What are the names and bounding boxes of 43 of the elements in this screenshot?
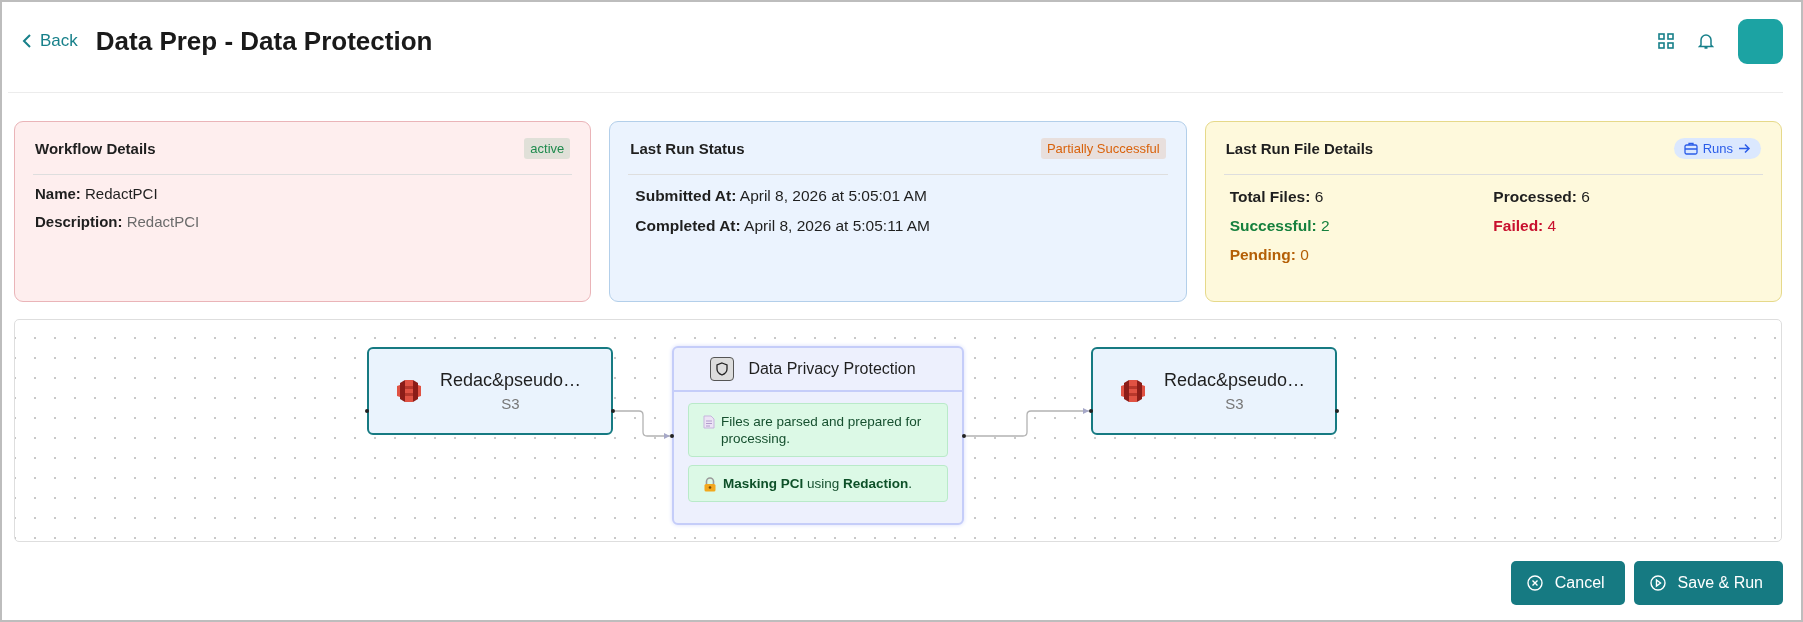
arrow-right-icon — [1738, 142, 1751, 154]
detail-text: Description: RedactPCI — [35, 213, 201, 231]
status-badge: Partially Successful — [1040, 137, 1166, 159]
detail-text: Submitted At: April 8, 2026 at 5:05:01 AM — [634, 187, 928, 205]
avatar[interactable] — [1738, 18, 1783, 64]
lock-icon — [703, 477, 717, 492]
stat-text: Failed: 4 — [1493, 217, 1558, 235]
step-text: Files are parsed and prepared for processing. — [721, 413, 923, 447]
node-title: Redac&pseudo… — [1164, 370, 1306, 391]
card-title: Last Run File Details — [1225, 139, 1374, 157]
flow-node[interactable]: Redac&pseudo… S3 — [1091, 347, 1337, 435]
node-title: Redac&pseudo… — [440, 370, 582, 391]
process-node[interactable]: Data Privacy Protection Files are parsed and prepared for processing. Masking PCI using Redaction. — [672, 346, 964, 525]
page-title: Data Prep - Data Protection — [95, 25, 433, 57]
step-text: Masking PCI using Redaction. — [723, 475, 913, 492]
grid-icon[interactable] — [1658, 33, 1674, 49]
card-title: Last Run Status — [630, 139, 745, 157]
back-link[interactable]: Back — [22, 31, 78, 51]
stat-text: Successful: 2 — [1229, 217, 1331, 235]
briefcase-icon — [1683, 141, 1698, 155]
flow-node[interactable]: Redac&pseudo… S3 — [367, 347, 613, 435]
cancel-icon — [1526, 575, 1543, 591]
chevron-left-icon — [22, 33, 32, 49]
status-badge: active — [524, 137, 571, 159]
stat-text: Processed: 6 — [1493, 188, 1591, 206]
node-title: Data Privacy Protection — [748, 360, 916, 378]
shield-icon — [710, 357, 735, 381]
detail-text: Completed At: April 8, 2026 at 5:05:11 AM — [634, 217, 931, 235]
cancel-button[interactable]: Cancel — [1510, 561, 1625, 605]
detail-text: Name: RedactPCI — [35, 185, 159, 203]
stat-text: Pending: 0 — [1229, 246, 1310, 264]
stat-text: Total Files: 6 — [1229, 188, 1325, 206]
node-subtitle: S3 — [501, 395, 520, 412]
node-subtitle: S3 — [1225, 395, 1244, 412]
play-icon — [1649, 575, 1666, 591]
bucket-icon — [396, 378, 422, 404]
bell-icon[interactable] — [1698, 32, 1714, 50]
document-icon — [703, 415, 715, 429]
card-title: Workflow Details — [35, 139, 156, 157]
connector — [614, 410, 671, 440]
bucket-icon — [1120, 378, 1146, 404]
save-run-button[interactable]: Save & Run — [1633, 561, 1783, 605]
runs-link[interactable]: Runs — [1673, 137, 1761, 159]
